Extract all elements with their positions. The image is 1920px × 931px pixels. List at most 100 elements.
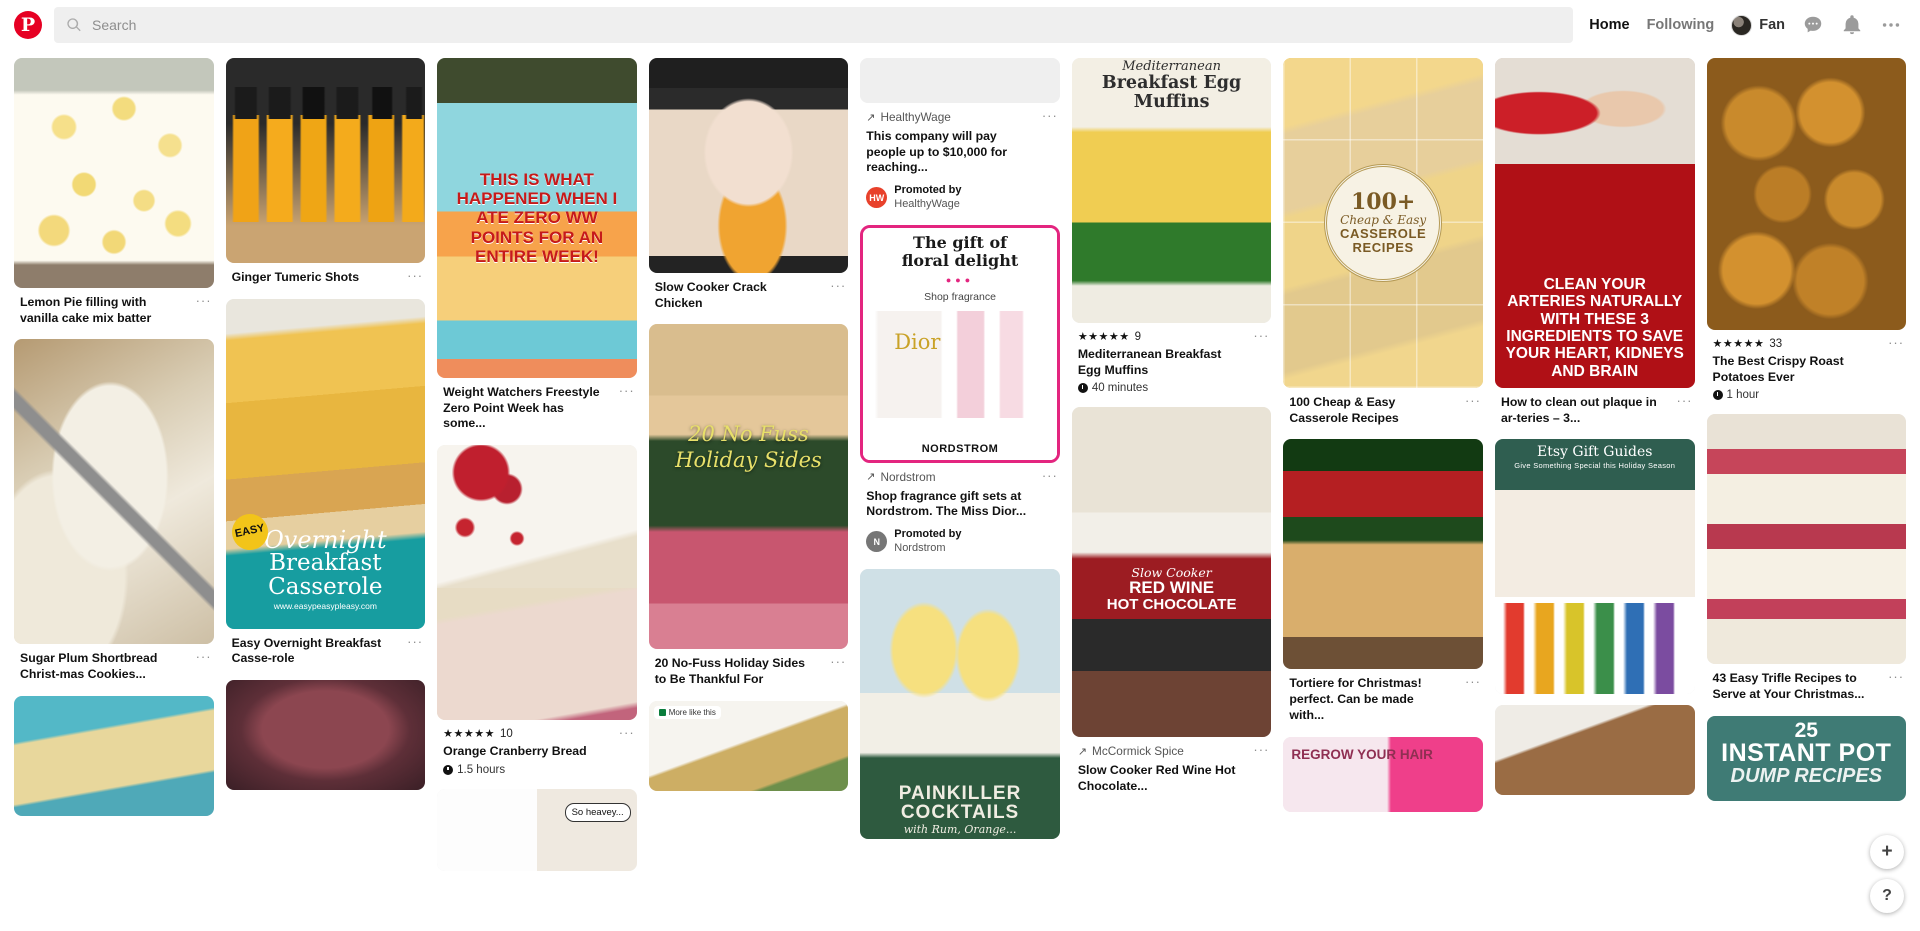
pin-card[interactable]: 25 INSTANT POT DUMP RECIPES	[1706, 715, 1907, 801]
pin-card[interactable]: REGROW YOUR HAIR	[1283, 736, 1483, 812]
pin-card[interactable]: So heavey...	[437, 788, 637, 871]
pin-image[interactable]	[14, 58, 214, 288]
promoted-by[interactable]: N Promoted by Nordstrom	[866, 528, 1054, 556]
pin-card[interactable]: Slow Cooker RED WINE HOT CHOCOLATE ↗ McC…	[1071, 407, 1272, 796]
pin-image[interactable]: CLEAN YOUR ARTERIES NATURALLY WITH THESE…	[1494, 58, 1695, 388]
pin-image[interactable]: The gift of floral delight ●●● Shop frag…	[860, 224, 1060, 463]
promoted-source[interactable]: ↗ McCormick Spice	[1078, 744, 1266, 758]
pin-image[interactable]	[225, 680, 426, 791]
pin-title[interactable]: How to clean out plaque in ar-teries – 3…	[1501, 395, 1689, 426]
pin-image[interactable]	[1283, 439, 1483, 670]
pin-card[interactable]: Sugar Plum Shortbread Christ-mas Cookies…	[14, 339, 214, 684]
promoted-source[interactable]: ↗ HealthyWage	[866, 110, 1054, 124]
pin-card[interactable]: 100+ Cheap & Easy CASSEROLE RECIPES 100 …	[1283, 58, 1483, 428]
pin-image[interactable]: Mediterranean Breakfast Egg Muffins	[1071, 58, 1272, 323]
bell-icon[interactable]	[1841, 14, 1863, 36]
pin-title[interactable]: Mediterranean Breakfast Egg Muffins	[1078, 347, 1266, 378]
profile-menu[interactable]: Fan	[1731, 14, 1785, 36]
pin-card[interactable]: Ginger Tumeric Shots ···	[225, 58, 426, 288]
pin-options-button[interactable]: ···	[1253, 743, 1269, 756]
pin-card[interactable]: More like this	[648, 700, 849, 791]
pin-title[interactable]: Ginger Tumeric Shots	[232, 270, 420, 286]
pin-options-button[interactable]: ···	[196, 650, 212, 663]
pin-title[interactable]: This company will pay people up to $10,0…	[866, 129, 1054, 176]
pin-card[interactable]	[14, 695, 214, 816]
promoted-source[interactable]: ↗ Nordstrom	[866, 470, 1054, 484]
pin-options-button[interactable]: ···	[1888, 336, 1904, 349]
more-like-this-badge[interactable]: More like this	[653, 705, 721, 719]
pin-card[interactable]: The gift of floral delight ●●● Shop frag…	[860, 224, 1060, 558]
pin-image[interactable]: 25 INSTANT POT DUMP RECIPES	[1706, 715, 1907, 801]
pin-title[interactable]: Lemon Pie filling with vanilla cake mix …	[20, 295, 208, 326]
pin-card[interactable]: THIS IS WHAT HAPPENED WHEN I ATE ZERO WW…	[437, 58, 637, 434]
pin-card[interactable]: 20 No Fuss Holiday Sides 20 No-Fuss Holi…	[648, 324, 849, 689]
pin-title[interactable]: Sugar Plum Shortbread Christ-mas Cookies…	[20, 651, 208, 682]
pin-options-button[interactable]: ···	[1888, 670, 1904, 683]
pin-options-button[interactable]: ···	[407, 269, 423, 282]
pinterest-logo-icon[interactable]: P	[14, 11, 42, 39]
pin-title[interactable]: The Best Crispy Roast Potatoes Ever	[1713, 354, 1901, 385]
pin-image[interactable]: REGROW YOUR HAIR	[1283, 736, 1483, 812]
ellipsis-icon[interactable]	[1880, 14, 1902, 36]
pin-card[interactable]: ★★★★★ 33 The Best Crispy Roast Potatoes E…	[1706, 58, 1907, 403]
pin-options-button[interactable]: ···	[1465, 394, 1481, 407]
pin-options-button[interactable]: ···	[830, 279, 846, 292]
pin-image[interactable]	[1706, 58, 1907, 330]
pin-title[interactable]: 43 Easy Trifle Recipes to Serve at Your …	[1713, 671, 1901, 702]
pin-image[interactable]	[1706, 414, 1907, 665]
pin-card[interactable]	[1494, 705, 1695, 796]
pin-options-button[interactable]: ···	[1253, 329, 1269, 342]
pin-card[interactable]: Etsy Gift Guides Give Something Special …	[1494, 439, 1695, 695]
nav-home[interactable]: Home	[1589, 17, 1629, 33]
pin-image[interactable]	[14, 339, 214, 645]
pin-image[interactable]: Slow Cooker RED WINE HOT CHOCOLATE	[1071, 407, 1272, 738]
pin-image[interactable]	[225, 58, 426, 263]
pin-title[interactable]: Easy Overnight Breakfast Casse-role	[232, 636, 420, 667]
pin-options-button[interactable]: ···	[1042, 109, 1058, 122]
pin-title[interactable]: Shop fragrance gift sets at Nordstrom. T…	[866, 489, 1054, 520]
promoted-by[interactable]: HW Promoted by HealthyWage	[866, 184, 1054, 212]
pin-options-button[interactable]: ···	[830, 655, 846, 668]
pin-image[interactable]: THIS IS WHAT HAPPENED WHEN I ATE ZERO WW…	[437, 58, 637, 378]
pin-options-button[interactable]: ···	[1042, 469, 1058, 482]
pin-options-button[interactable]: ···	[1677, 394, 1693, 407]
pin-image[interactable]: More like this	[648, 700, 849, 791]
pin-image[interactable]	[437, 445, 637, 721]
pin-options-button[interactable]: ···	[407, 635, 423, 648]
pin-card[interactable]: PAINKILLER COCKTAILS with Rum, Orange...	[860, 568, 1060, 839]
pin-card[interactable]: Tortiere for Christmas! perfect. Can be …	[1283, 439, 1483, 725]
pin-card[interactable]: Mediterranean Breakfast Egg Muffins ★★★★…	[1071, 58, 1272, 396]
pin-title[interactable]: Orange Cranberry Bread	[443, 744, 631, 760]
pin-card[interactable]: CLEAN YOUR ARTERIES NATURALLY WITH THESE…	[1494, 58, 1695, 428]
pin-image[interactable]	[648, 58, 849, 273]
pin-image[interactable]: 100+ Cheap & Easy CASSEROLE RECIPES	[1283, 58, 1483, 388]
pin-image[interactable]	[860, 58, 1060, 103]
pin-options-button[interactable]: ···	[196, 294, 212, 307]
pin-image[interactable]	[14, 695, 214, 816]
pin-card[interactable]: ↗ HealthyWage This company will pay peopl…	[860, 58, 1060, 214]
pin-image[interactable]: So heavey...	[437, 788, 637, 871]
pin-image[interactable]: PAINKILLER COCKTAILS with Rum, Orange...	[860, 568, 1060, 839]
pin-image[interactable]: EASY Overnight Breakfast Casserole www.e…	[225, 298, 426, 629]
help-button[interactable]: ?	[1870, 879, 1904, 913]
pin-card[interactable]: 43 Easy Trifle Recipes to Serve at Your …	[1706, 414, 1907, 704]
pin-title[interactable]: Slow Cooker Red Wine Hot Chocolate...	[1078, 763, 1266, 794]
pin-options-button[interactable]: ···	[619, 726, 635, 739]
pin-image[interactable]: Etsy Gift Guides Give Something Special …	[1494, 439, 1695, 695]
pin-title[interactable]: Tortiere for Christmas! perfect. Can be …	[1289, 676, 1477, 723]
pin-image[interactable]: 20 No Fuss Holiday Sides	[648, 324, 849, 650]
pin-title[interactable]: Weight Watchers Freestyle Zero Point Wee…	[443, 385, 631, 432]
search-input[interactable]	[92, 17, 1562, 33]
create-pin-button[interactable]: +	[1870, 835, 1904, 869]
nav-following[interactable]: Following	[1647, 17, 1715, 33]
pin-card[interactable]: EASY Overnight Breakfast Casserole www.e…	[225, 298, 426, 669]
search-bar[interactable]	[54, 7, 1574, 43]
pin-image[interactable]	[1494, 705, 1695, 796]
pin-title[interactable]: 100 Cheap & Easy Casserole Recipes	[1289, 395, 1477, 426]
pin-title[interactable]: 20 No-Fuss Holiday Sides to Be Thankful …	[655, 656, 843, 687]
pin-card[interactable]	[225, 680, 426, 791]
chat-bubble-icon[interactable]	[1802, 14, 1824, 36]
pin-card[interactable]: Lemon Pie filling with vanilla cake mix …	[14, 58, 214, 328]
pin-card[interactable]: ★★★★★ 10 Orange Cranberry Bread 1.5 hours…	[437, 445, 637, 778]
pin-title[interactable]: Slow Cooker Crack Chicken	[655, 280, 843, 311]
